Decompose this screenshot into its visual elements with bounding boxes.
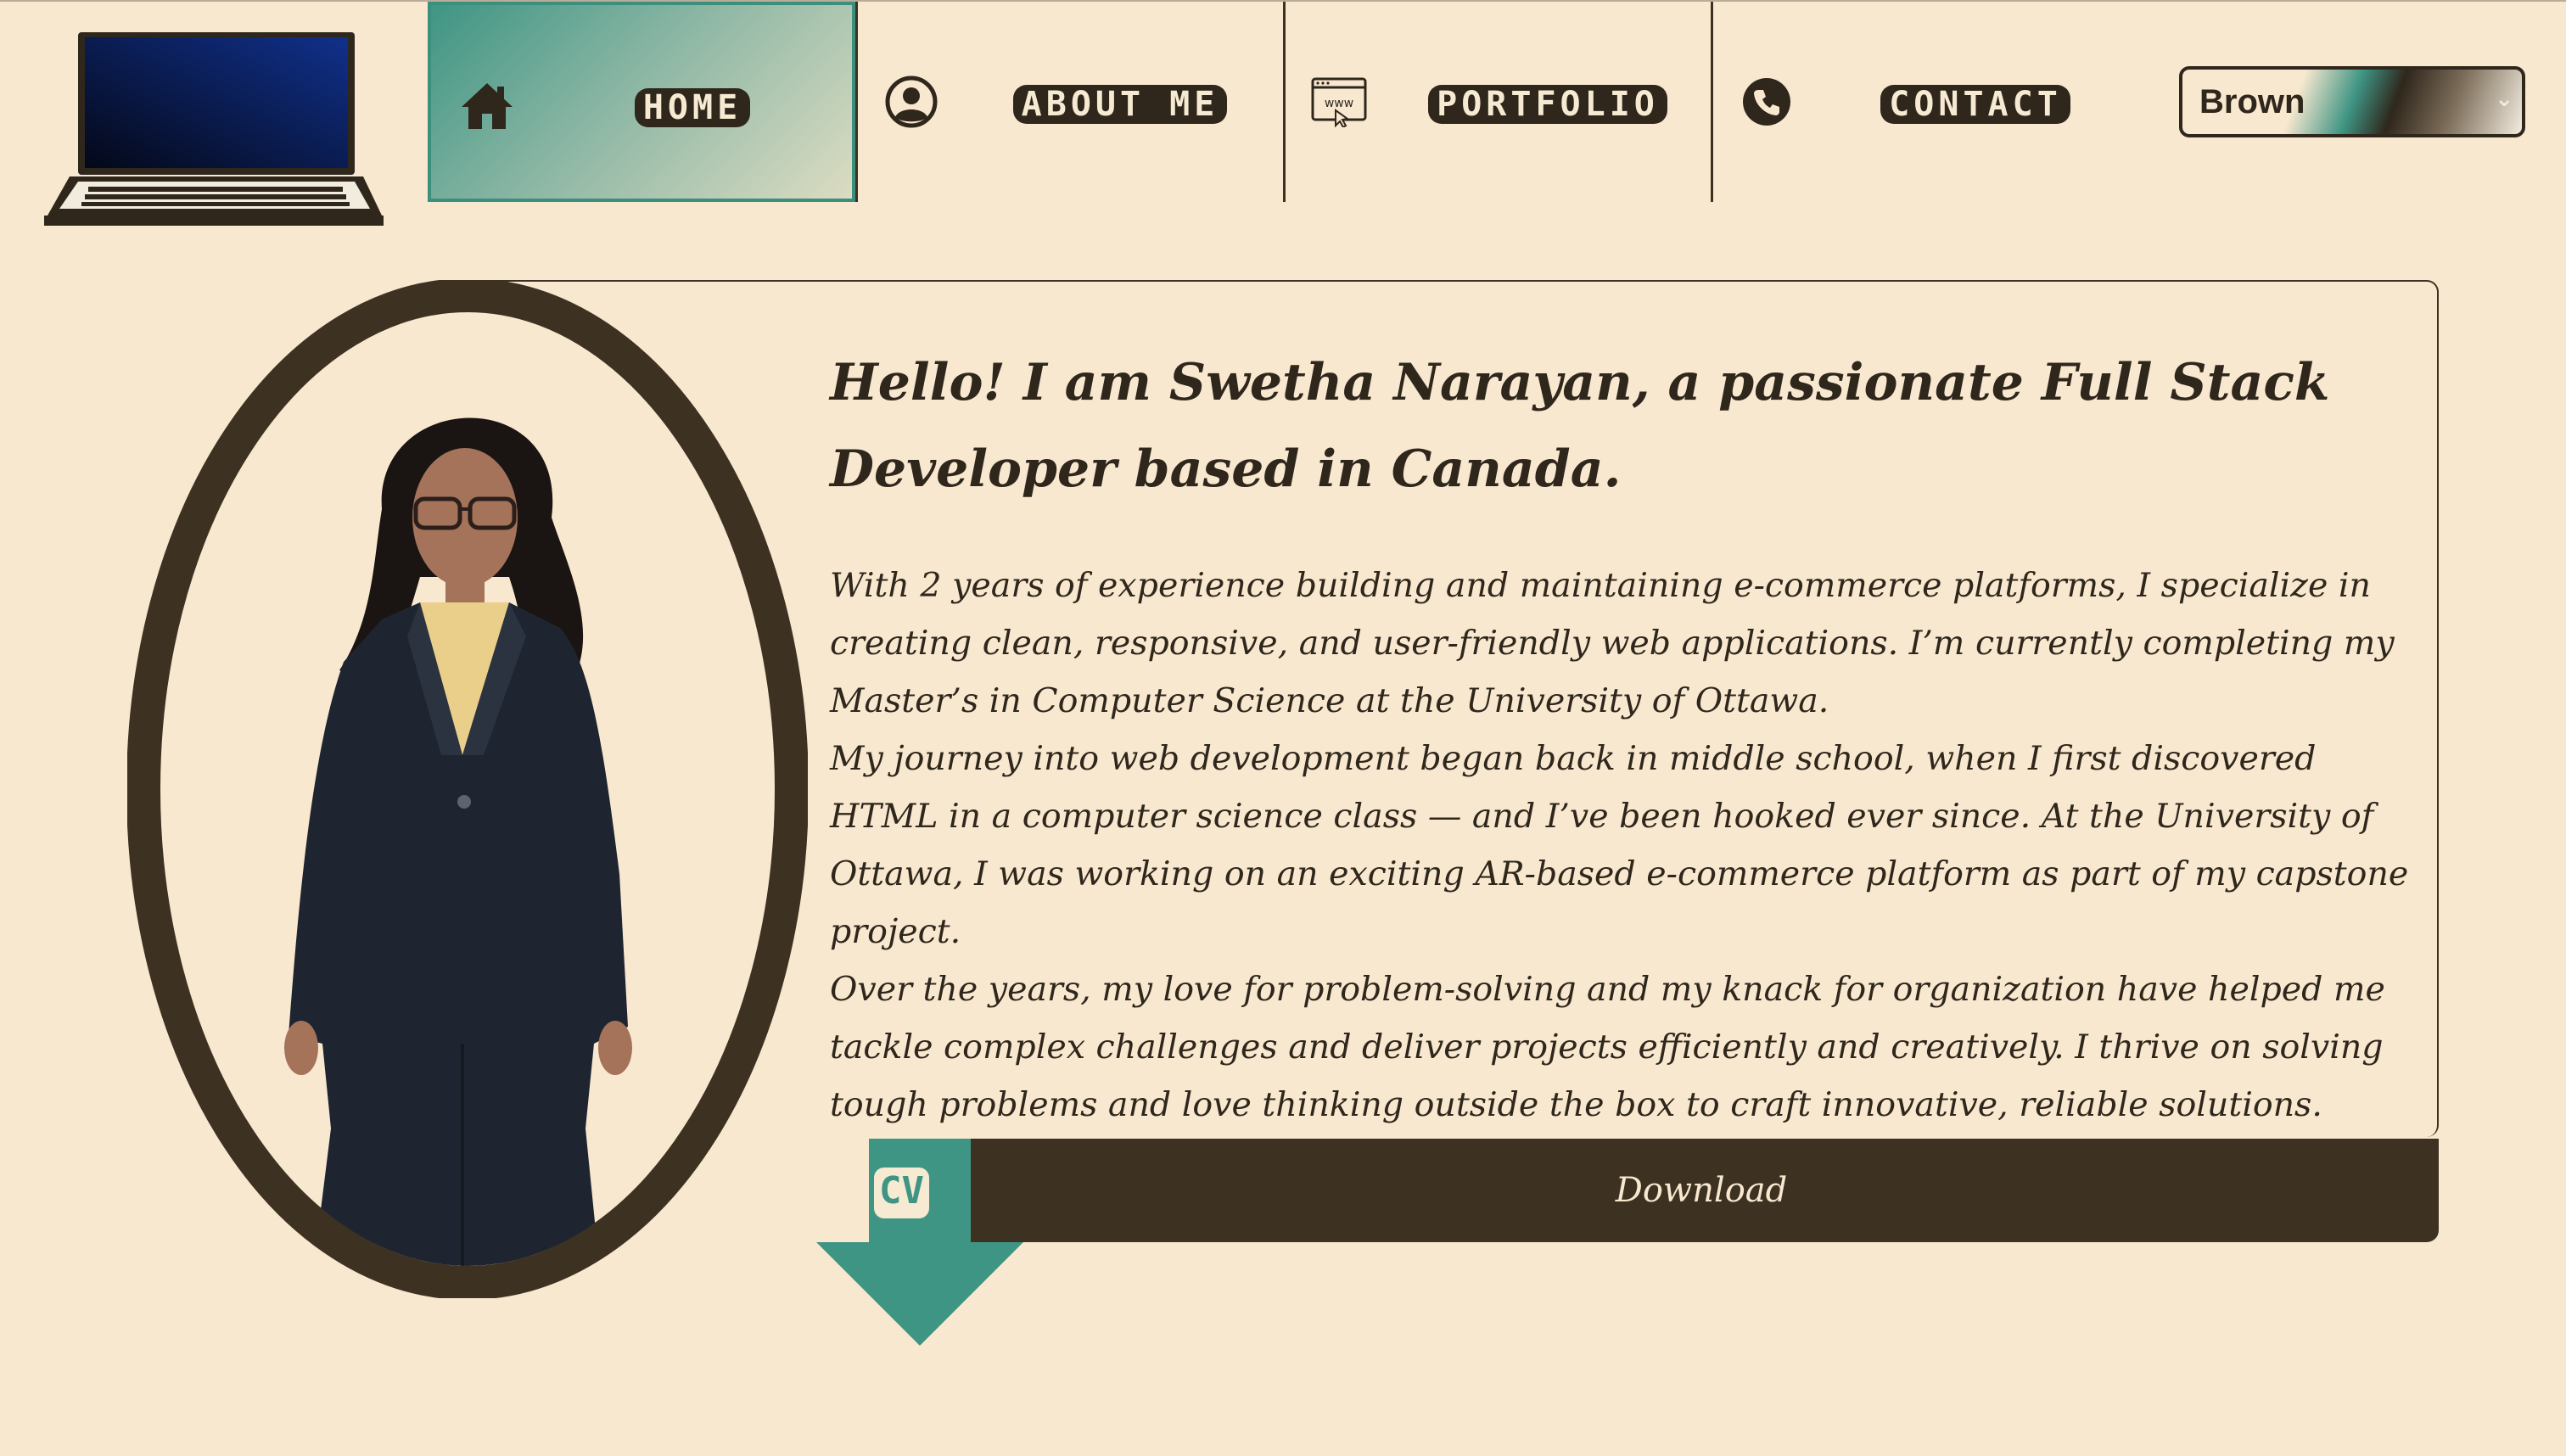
hero-paragraph: My journey into web development began ba… [830,739,2409,951]
home-icon [458,76,516,134]
nav-home-label: Home [634,88,751,127]
download-label: Download [1615,1171,1788,1210]
nav-about-me-label: About me [1012,85,1228,124]
nav-about-me[interactable]: About me [855,2,1283,202]
nav-home[interactable]: Home [428,2,855,202]
hero-description: With 2 years of experience building and … [830,557,2425,1134]
nav-portfolio[interactable]: www Portfolio [1283,2,1711,202]
phone-icon [1738,73,1796,131]
svg-text:www: www [1325,97,1353,110]
cv-badge-text: CV [874,1168,929,1218]
laptop-logo[interactable] [44,32,384,229]
nav-contact-label: Contact [1880,85,2070,124]
download-cv-button[interactable]: Download [964,1139,2439,1242]
hero-title: Hello! I am Swetha Narayan, a passionate… [830,353,2330,499]
theme-select-value: Brown [2199,82,2305,120]
profile-photo [126,278,809,1300]
www-browser-icon: www [1310,73,1368,131]
theme-select[interactable]: Brown ⌄ [2179,66,2525,137]
hero-paragraph: With 2 years of experience building and … [830,566,2395,720]
hero-paragraph: Over the years, my love for problem-solv… [830,970,2385,1124]
main-nav: Home About me www Portfolio [428,2,2138,202]
nav-portfolio-label: Portfolio [1428,85,1667,124]
chevron-down-icon: ⌄ [2495,87,2513,112]
user-circle-icon [882,73,940,131]
cv-badge: CV [874,1168,929,1218]
nav-contact[interactable]: Contact [1711,2,2138,202]
